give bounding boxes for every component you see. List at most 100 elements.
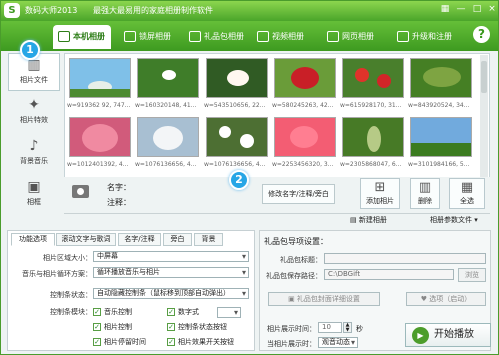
delete-button[interactable]: ▥ 删除 — [410, 178, 440, 209]
globe-icon — [327, 31, 339, 42]
duration-stepper[interactable]: ▲ ▼ — [343, 322, 352, 333]
pause-time-checkbox[interactable]: ✓ 相片停留时间 — [93, 337, 146, 347]
thumbnail[interactable] — [137, 117, 199, 157]
music-icon: ♪ — [29, 138, 39, 154]
thumbnail[interactable] — [342, 58, 404, 98]
thumbnail-label: w=919362 92, 747... — [67, 102, 131, 109]
play-icon: ▶ — [412, 327, 429, 344]
control-modules-label: 控制条模块： — [50, 308, 92, 316]
thumbnail[interactable] — [137, 58, 199, 98]
gift-title-label: 礼品包标题： — [280, 256, 322, 264]
sidebar: ▥ 相片文件 ✦ 相片特效 ♪ 背景音乐 ▣ 相框 — [4, 53, 62, 217]
maximize-button[interactable]: □ — [470, 3, 484, 15]
music-control-checkbox[interactable]: ✓ 音乐控制 — [93, 307, 132, 317]
thumbnail-label: w=2253456320, 3... — [272, 161, 334, 168]
gift-save-path-input[interactable]: C:\DBGift — [324, 269, 454, 280]
thumbnail-label: w=1012401392, 4... — [67, 161, 129, 168]
gift-icon: ▣ — [288, 295, 295, 303]
rename-note-button[interactable]: 修改名字/注释/旁白 — [262, 184, 335, 204]
settings-tab-scrolling-text[interactable]: 滚动文字与歌词 — [56, 233, 116, 246]
chevron-down-icon: ▾ — [474, 216, 478, 224]
thumbnail-label: w=615928170, 31... — [340, 102, 402, 109]
thumbnail[interactable] — [410, 58, 472, 98]
album-link-bar: ▤ 新建相册 相册参数文件 ▾ — [64, 213, 490, 226]
new-album-link[interactable]: ▤ 新建相册 — [350, 215, 387, 225]
status-button-checkbox[interactable]: ✓ 控制条状态按钮 — [167, 322, 227, 332]
tab-gift-album[interactable]: 礼品包相册 — [184, 25, 250, 49]
start-play-button[interactable]: ▶ 开始播放 — [405, 323, 491, 347]
control-bar-status-label: 控制条状态： — [50, 291, 92, 299]
thumbnail[interactable] — [410, 117, 472, 157]
settings-tab-narration[interactable]: 旁白 — [163, 233, 192, 246]
trash-icon: ▥ — [418, 180, 432, 195]
tab-lockscreen-album[interactable]: 锁屏相册 — [119, 25, 181, 49]
frame-icon: ▣ — [27, 179, 41, 195]
thumbnail[interactable] — [69, 58, 131, 98]
photo-icon — [58, 31, 70, 42]
tab-bar: 本机相册 锁屏相册 礼品包相册 视频相册 网页相册 升级和注册 ? — [1, 21, 498, 51]
camera-icon — [72, 185, 89, 198]
thumbnail-label: w=580245263, 42... — [272, 102, 334, 109]
thumbnail[interactable] — [342, 117, 404, 157]
sparkle-icon: ✦ — [28, 97, 40, 113]
digital-checkbox[interactable]: ✓ 数字式 — [167, 307, 199, 317]
tab-upgrade-register[interactable]: 升级和注册 — [392, 25, 458, 49]
settings-tab-background[interactable]: 背景 — [194, 233, 223, 246]
photo-gallery[interactable]: w=919362 92, 747... w=160320148, 41... w… — [64, 53, 490, 179]
app-title: 数码大师2013 — [25, 6, 78, 15]
help-icon[interactable]: ? — [473, 26, 490, 43]
tab-video-album[interactable]: 视频相册 — [252, 25, 318, 49]
check-icon: ✓ — [93, 323, 101, 331]
options-button[interactable]: ♥ 选项（启动） — [406, 292, 486, 306]
loop-scheme-label: 音乐与相片循环方案： — [22, 270, 92, 278]
document-icon: ▤ — [350, 216, 357, 224]
thumbnail[interactable] — [274, 117, 336, 157]
add-photo-button[interactable]: ⊞ 添加相片 — [360, 178, 400, 209]
thumbnail[interactable] — [69, 117, 131, 157]
app-logo: S — [4, 3, 20, 18]
digital-style-select[interactable] — [217, 307, 241, 318]
gallery-scrollbar[interactable] — [480, 55, 488, 178]
thumbnail-label: w=3101984166, 5... — [408, 161, 470, 168]
thumbnail[interactable] — [274, 58, 336, 98]
gift-settings-title: 礼品包导项设置： — [264, 237, 328, 246]
effect-button-checkbox[interactable]: ✓ 相片效果开关按钮 — [167, 337, 234, 347]
tab-web-album[interactable]: 网页相册 — [322, 25, 388, 49]
sidebar-item-frame[interactable]: ▣ 相框 — [8, 176, 60, 214]
photo-duration-input[interactable]: 10 — [318, 322, 342, 333]
check-icon: ✓ — [93, 338, 101, 346]
scroll-thumb[interactable] — [481, 61, 487, 93]
loop-scheme-select[interactable]: 循环播放音乐与相片 — [93, 267, 249, 278]
step-badge-1: 1 — [20, 40, 40, 60]
photo-display-select[interactable]: 观音动态 — [318, 337, 358, 348]
album-settings-link[interactable]: 相册参数文件 ▾ — [430, 215, 478, 225]
step-badge-2: 2 — [229, 170, 249, 190]
tab-local-album[interactable]: 本机相册 — [53, 25, 111, 49]
check-icon: ✓ — [167, 338, 175, 346]
settings-tab-options[interactable]: 功能选项 — [11, 233, 55, 246]
minimize-button[interactable]: — — [454, 3, 468, 15]
thumbnail[interactable] — [206, 58, 268, 98]
close-button[interactable]: × — [485, 3, 498, 15]
control-bar-status-select[interactable]: 自动隐藏控制条（鼠标移到顶部自动弹出） — [93, 288, 249, 299]
film-icon — [257, 31, 269, 42]
name-label: 名字： — [107, 183, 131, 192]
sidebar-item-background-music[interactable]: ♪ 背景音乐 — [8, 135, 60, 173]
thumbnail[interactable] — [206, 117, 268, 157]
thumbnail-label: w=160320148, 41... — [135, 102, 197, 109]
photo-area-size-select[interactable]: 中屏幕 — [93, 251, 249, 262]
browse-button[interactable]: 浏览 — [458, 268, 486, 282]
photo-area-size-label: 相片区域大小： — [43, 254, 92, 262]
thumbnail-label: w=2305868047, 6... — [340, 161, 402, 168]
check-icon: ✓ — [167, 308, 175, 316]
sidebar-item-photo-effects[interactable]: ✦ 相片特效 — [8, 94, 60, 132]
gift-title-input[interactable] — [324, 253, 486, 264]
photo-duration-label: 相片展示时间： — [267, 325, 316, 333]
select-all-button[interactable]: ▦ 全选 — [449, 178, 485, 209]
title-bar[interactable]: S 数码大师2013 最强大最易用的家庭相册制作软件 ▦ — □ × — [1, 1, 498, 21]
settings-tab-name-note[interactable]: 名字/注释 — [118, 233, 161, 246]
photo-control-checkbox[interactable]: ✓ 相片控制 — [93, 322, 132, 332]
select-all-icon: ▦ — [460, 180, 474, 195]
skin-button[interactable]: ▦ — [438, 3, 452, 15]
gift-detail-settings-button[interactable]: ▣ 礼品包封面详细设置 — [268, 292, 380, 306]
